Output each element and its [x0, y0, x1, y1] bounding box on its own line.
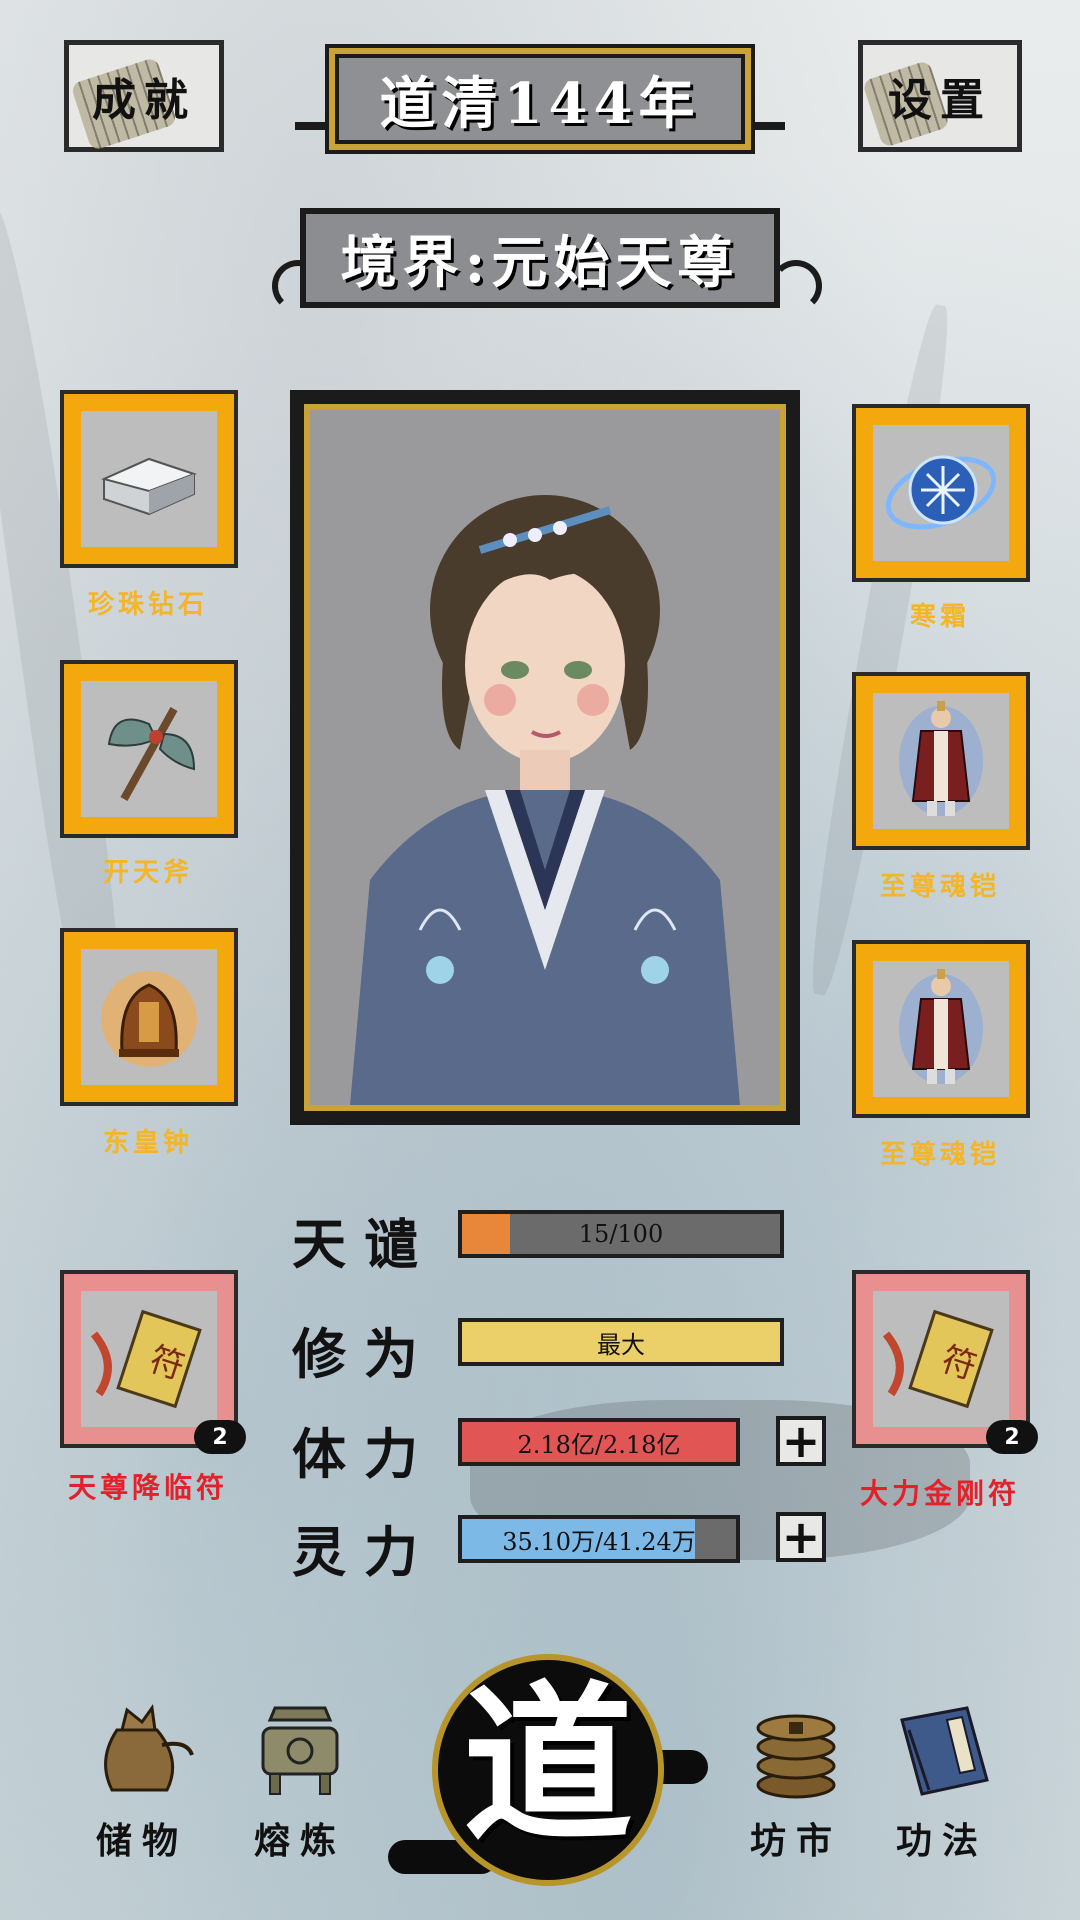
nav-storage[interactable]: 储物 — [72, 1700, 212, 1864]
cultivation-bar: 最大 — [458, 1318, 784, 1366]
bronze-bell-icon — [101, 971, 197, 1067]
equip-slot-left-3[interactable] — [60, 928, 238, 1106]
dao-label: 道 — [462, 1665, 633, 1865]
equip-slot-right-1[interactable] — [852, 404, 1030, 582]
nav-market[interactable]: 坊市 — [726, 1700, 866, 1864]
equip-slot-right-3[interactable] — [852, 940, 1030, 1118]
sage-robe-icon — [899, 969, 983, 1084]
nav-techniques[interactable]: 功法 — [872, 1700, 1012, 1864]
talisman-name-left: 天尊降临符 — [67, 1471, 228, 1504]
realm-plaque: 境界:元始天尊 — [300, 208, 780, 308]
stamina-value: 2.18亿/2.18亿 — [517, 1430, 681, 1459]
talisman-count-badge-right: 2 — [986, 1420, 1038, 1454]
equip-slot-left-1[interactable] — [60, 390, 238, 568]
book-icon — [887, 1700, 997, 1800]
sage-robe-icon — [899, 701, 983, 816]
tribulation-value: 15/100 — [578, 1220, 664, 1248]
dao-center-button[interactable]: 道 — [388, 1640, 708, 1900]
equip-name-left-1: 珍珠钻石 — [87, 590, 208, 620]
spirit-value: 35.10万/41.24万 — [502, 1527, 696, 1556]
realm-label: 境界:元始天尊 — [340, 229, 740, 296]
equip-name-right-1: 寒霜 — [909, 602, 970, 632]
settings-button[interactable]: 设置 — [858, 40, 1022, 152]
character-portrait — [304, 404, 786, 1111]
tribulation-bar: 15/100 — [458, 1210, 784, 1258]
stat-label-cultivation: 修为 — [292, 1322, 436, 1386]
frost-orb-icon — [885, 455, 997, 530]
cultivation-value: 最大 — [597, 1330, 645, 1359]
spirit-bar: 35.10万/41.24万 — [458, 1515, 740, 1563]
equip-name-right-2: 至尊魂铠 — [879, 872, 1000, 902]
nav-smelting[interactable]: 熔炼 — [230, 1700, 370, 1864]
character-figure — [350, 495, 740, 1105]
crystal-ingot-icon — [101, 457, 197, 516]
settings-label: 设置 — [888, 75, 992, 126]
stat-label-spirit: 灵力 — [292, 1520, 436, 1584]
nav-techniques-label: 功法 — [895, 1820, 988, 1862]
equip-slot-left-2[interactable] — [60, 660, 238, 838]
talisman-name-right: 大力金刚符 — [859, 1477, 1020, 1510]
battle-axe-icon — [107, 707, 196, 801]
talisman-scroll-icon: 符 — [882, 1309, 994, 1409]
pouch-icon — [87, 1700, 197, 1800]
year-plaque: 道清144年 — [325, 44, 755, 154]
equip-slot-right-2[interactable] — [852, 672, 1030, 850]
character-portrait-frame — [290, 390, 800, 1125]
nav-market-label: 坊市 — [749, 1820, 842, 1862]
year-label: 道清144年 — [379, 70, 701, 137]
talisman-slot-left[interactable]: 符 2 — [60, 1270, 246, 1454]
stat-label-tribulation: 天谴 — [292, 1212, 436, 1276]
stamina-bar: 2.18亿/2.18亿 — [458, 1418, 740, 1466]
equip-name-left-3: 东皇钟 — [102, 1128, 193, 1158]
talisman-scroll-icon: 符 — [90, 1309, 202, 1409]
equip-name-left-2: 开天斧 — [102, 858, 193, 888]
nav-smelting-label: 熔炼 — [253, 1820, 346, 1862]
talisman-slot-right[interactable]: 符 2 — [852, 1270, 1038, 1454]
coin-stack-icon — [741, 1700, 851, 1800]
nav-storage-label: 储物 — [95, 1820, 188, 1862]
achievements-button[interactable]: 成就 — [64, 40, 224, 152]
talisman-count-badge-left: 2 — [194, 1420, 246, 1454]
cauldron-icon — [245, 1700, 355, 1800]
stat-label-stamina: 体力 — [292, 1422, 436, 1486]
achievements-label: 成就 — [92, 75, 196, 126]
stamina-plus-button[interactable]: + — [776, 1414, 826, 1468]
spirit-plus-button[interactable]: + — [776, 1510, 826, 1564]
equip-name-right-3: 至尊魂铠 — [879, 1140, 1000, 1170]
